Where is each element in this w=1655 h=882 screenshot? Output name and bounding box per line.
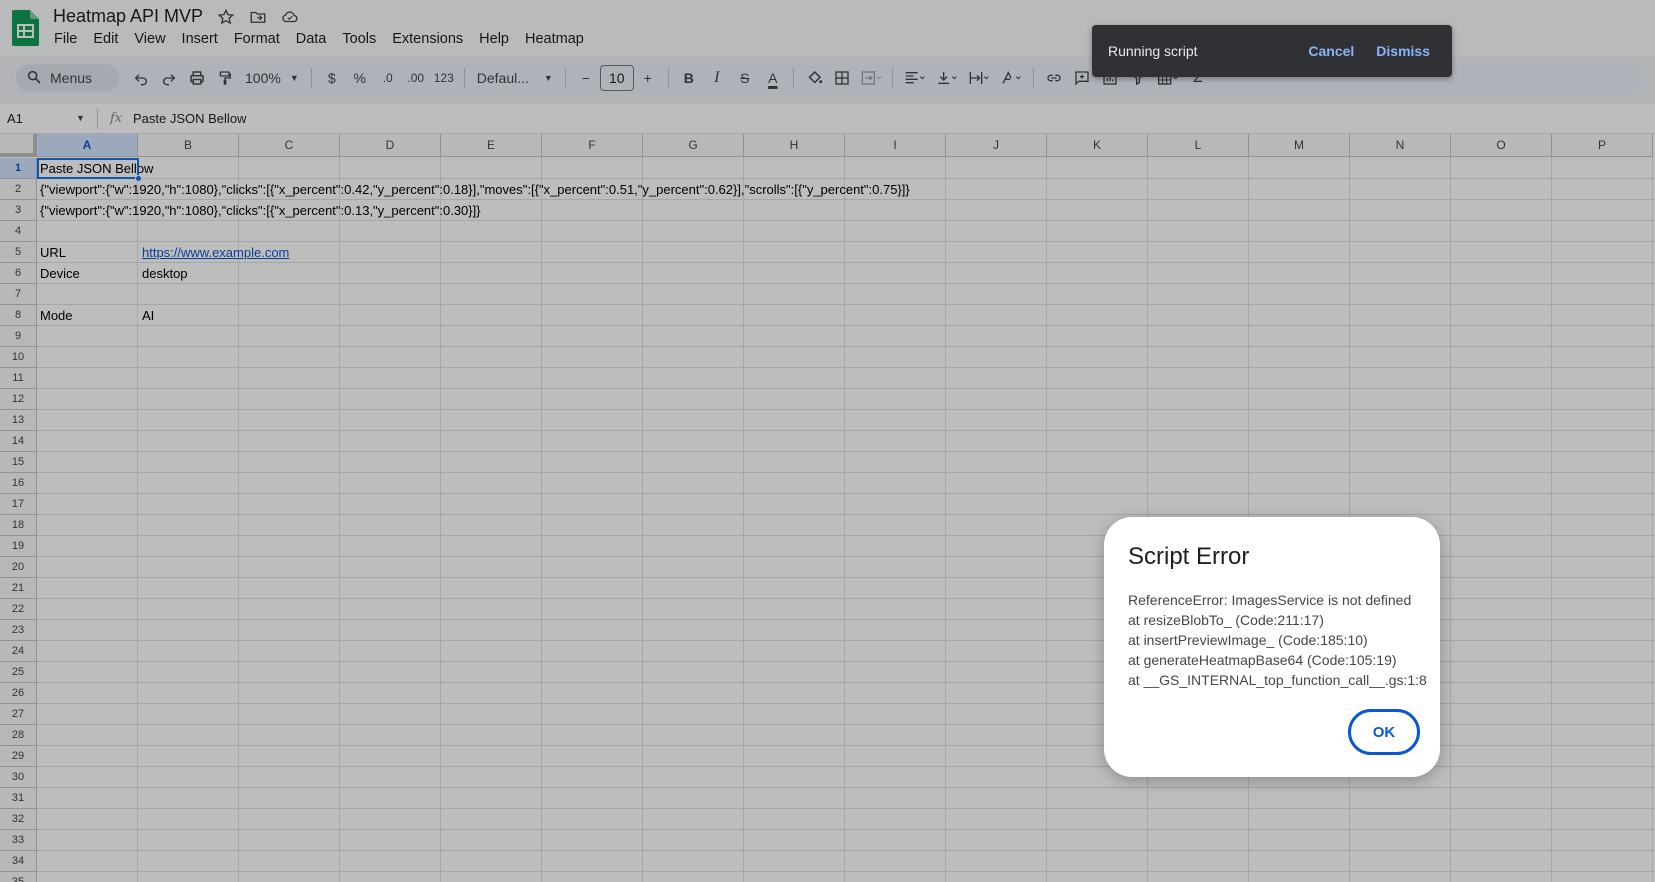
running-script-snackbar: Running script Cancel Dismiss (1092, 25, 1452, 77)
dialog-title: Script Error (1128, 543, 1250, 570)
dismiss-button[interactable]: Dismiss (1376, 43, 1430, 59)
script-error-dialog: Script Error ReferenceError: ImagesServi… (1104, 517, 1440, 777)
dialog-message: ReferenceError: ImagesService is not def… (1128, 590, 1428, 690)
snackbar-message: Running script (1108, 43, 1198, 59)
stack-line: at __GS_INTERNAL_top_function_call__.gs:… (1128, 672, 1427, 688)
error-line: ReferenceError: ImagesService is not def… (1128, 592, 1412, 608)
stack-line: at resizeBlobTo_ (Code:211:17) (1128, 612, 1324, 628)
stack-line: at insertPreviewImage_ (Code:185:10) (1128, 632, 1368, 648)
ok-button[interactable]: OK (1348, 709, 1420, 755)
stack-line: at generateHeatmapBase64 (Code:105:19) (1128, 652, 1397, 668)
cancel-button[interactable]: Cancel (1308, 43, 1354, 59)
